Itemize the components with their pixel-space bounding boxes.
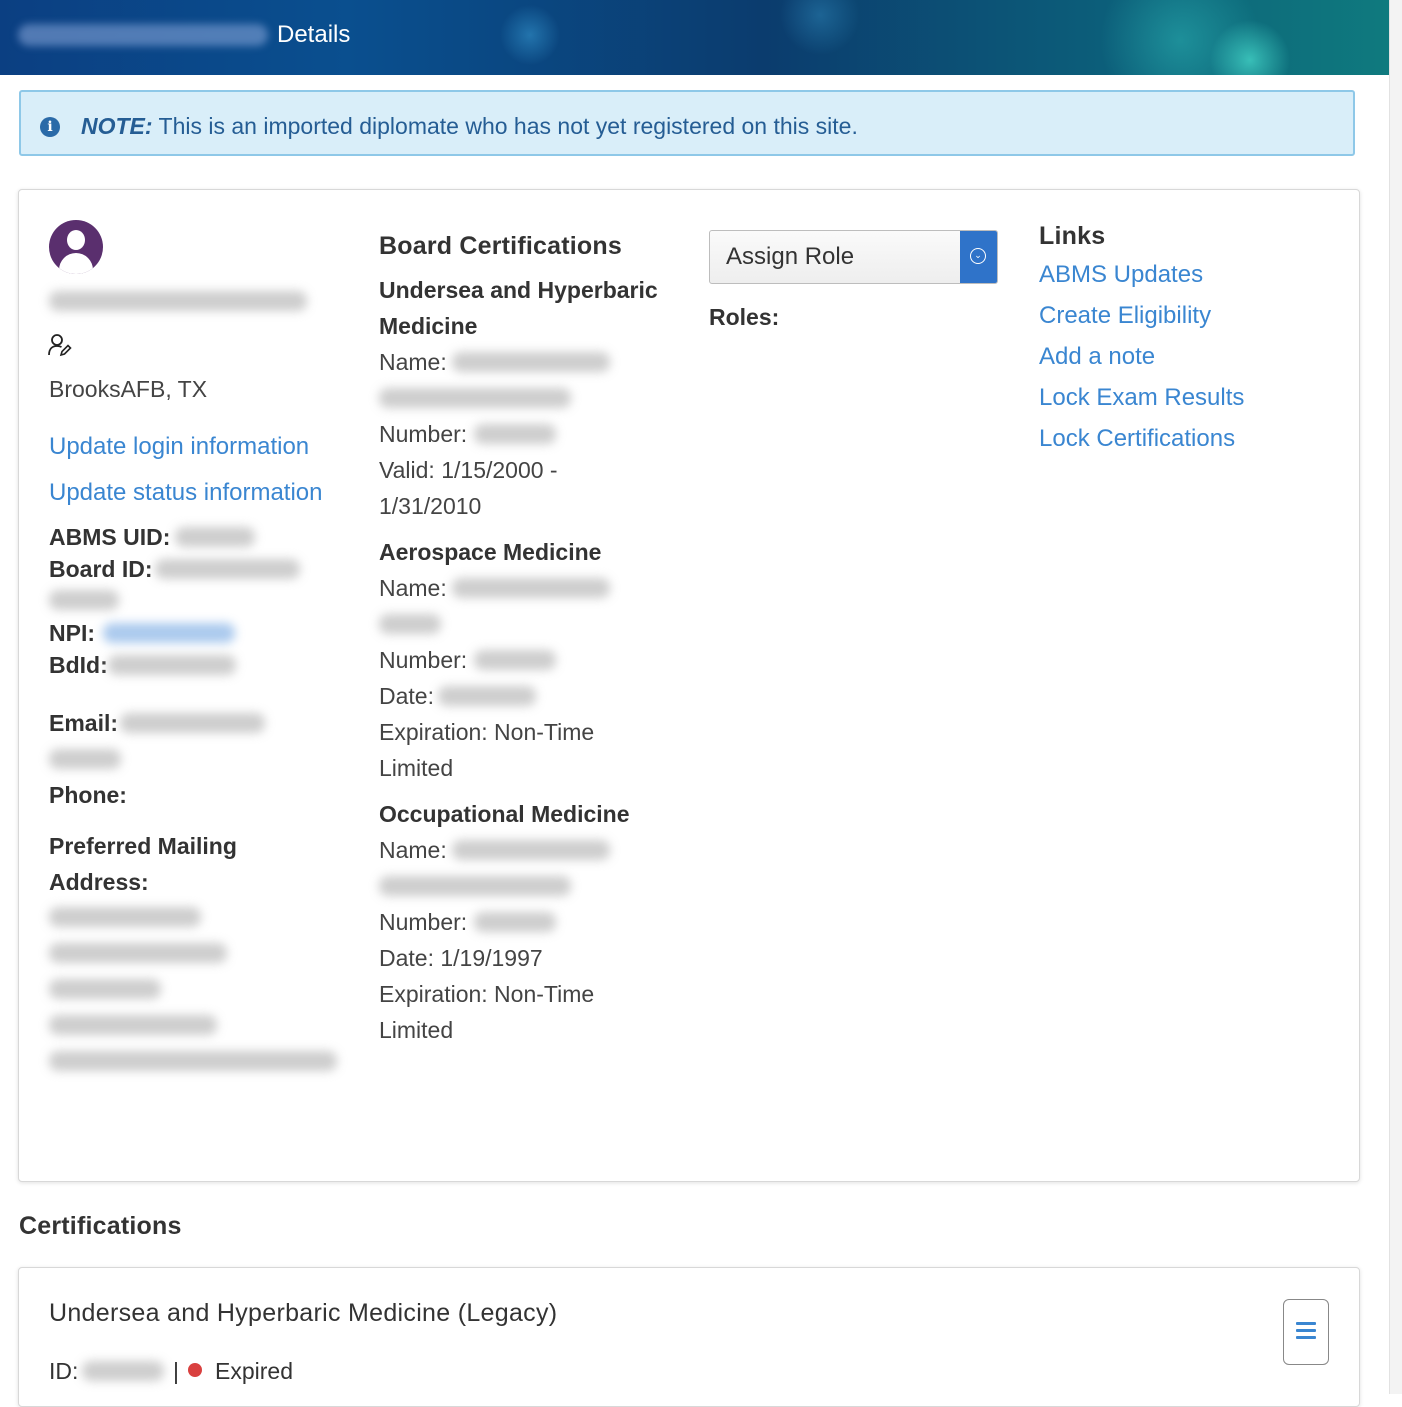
mailing-address-label-line1: Preferred Mailing — [49, 833, 237, 859]
separator: | — [173, 1358, 179, 1384]
diplomate-location: BrooksAFB, TX — [49, 376, 208, 402]
select-toggle[interactable]: ⌄ — [960, 231, 997, 283]
imported-diplomate-note: i NOTE: This is an imported diplomate wh… — [19, 90, 1355, 156]
lock-exam-results-link[interactable]: Lock Exam Results — [1039, 384, 1244, 412]
npi-link-redacted[interactable] — [103, 623, 235, 643]
abms-updates-link[interactable]: ABMS Updates — [1039, 261, 1203, 289]
board-cert-valid: Valid: 1/15/2000 - — [379, 457, 558, 483]
board-id-value-redacted-2 — [49, 590, 119, 610]
certification-title: Undersea and Hyperbaric Medicine (Legacy… — [49, 1299, 558, 1327]
hamburger-icon — [1296, 1322, 1316, 1343]
edit-user-icon[interactable] — [47, 333, 73, 364]
board-cert-date-redacted — [438, 686, 536, 706]
page-title: Details — [277, 21, 351, 48]
board-cert-name-label: Name: — [379, 837, 447, 863]
board-cert-title: Occupational Medicine — [379, 801, 630, 827]
board-cert-name-label: Name: — [379, 349, 447, 375]
info-icon: i — [40, 117, 60, 137]
email-value-redacted-2 — [49, 749, 121, 769]
note-label: NOTE: — [81, 113, 153, 139]
address-line-redacted — [49, 943, 227, 963]
add-note-link[interactable]: Add a note — [1039, 343, 1155, 371]
page-header: Details — [0, 0, 1389, 75]
board-id-value-redacted — [155, 559, 300, 579]
page-scrollbar[interactable] — [1389, 0, 1402, 1394]
note-message: This is an imported diplomate who has no… — [152, 113, 858, 139]
board-cert-title: Aerospace Medicine — [379, 539, 602, 565]
board-cert-number-label: Number: — [379, 647, 468, 673]
abms-uid-label: ABMS UID: — [49, 524, 171, 550]
email-value-redacted — [120, 713, 265, 733]
certification-status: Expired — [215, 1358, 293, 1384]
bdid-label: BdId: — [49, 652, 108, 678]
mailing-address-label-line2: Address: — [49, 869, 149, 895]
address-line-redacted — [49, 1015, 217, 1035]
board-cert-name-redacted — [452, 352, 610, 372]
board-cert-name-redacted — [452, 840, 610, 860]
address-line-redacted — [49, 979, 161, 999]
address-line-redacted — [49, 1051, 337, 1071]
board-cert-name-redacted-2 — [379, 388, 571, 408]
board-certifications-heading: Board Certifications — [379, 232, 622, 260]
board-cert-title-cont: Medicine — [379, 313, 478, 339]
board-id-label: Board ID: — [49, 556, 153, 582]
board-cert-expiration: Expiration: Non-Time — [379, 981, 595, 1007]
board-cert-expiration: Expiration: Non-Time — [379, 719, 595, 745]
phone-label: Phone: — [49, 782, 127, 808]
update-login-link[interactable]: Update login information — [49, 433, 309, 461]
board-cert-expiration-cont: Limited — [379, 1017, 454, 1043]
bdid-value-redacted — [108, 655, 236, 675]
email-label: Email: — [49, 710, 119, 736]
board-cert-expiration-cont: Limited — [379, 755, 454, 781]
certification-id-label: ID: — [49, 1358, 79, 1384]
board-cert-title: Undersea and Hyperbaric — [379, 277, 658, 303]
board-cert-name-label: Name: — [379, 575, 447, 601]
status-dot-icon — [188, 1363, 202, 1377]
certification-id-redacted — [82, 1361, 164, 1381]
header-user-email-redacted — [18, 24, 268, 46]
npi-label: NPI: — [49, 620, 95, 646]
roles-label: Roles: — [709, 304, 780, 330]
board-cert-name-redacted-2 — [379, 876, 571, 896]
board-cert-name-redacted — [452, 578, 610, 598]
assign-role-selected-value: Assign Role — [726, 243, 855, 270]
board-cert-number-redacted — [474, 912, 556, 932]
update-status-link[interactable]: Update status information — [49, 479, 322, 507]
create-eligibility-link[interactable]: Create Eligibility — [1039, 302, 1211, 330]
certifications-heading: Certifications — [19, 1212, 182, 1240]
board-cert-name-redacted-2 — [379, 614, 441, 634]
board-cert-date: Date: 1/19/1997 — [379, 945, 543, 971]
certification-menu-button[interactable] — [1283, 1299, 1329, 1365]
abms-uid-value-redacted — [175, 527, 255, 547]
board-cert-number-label: Number: — [379, 421, 468, 447]
diplomate-details-card — [18, 189, 1360, 1182]
board-cert-number-redacted — [474, 650, 556, 670]
board-cert-number-redacted — [474, 424, 556, 444]
board-cert-number-label: Number: — [379, 909, 468, 935]
diplomate-name-redacted — [49, 291, 307, 311]
board-cert-valid-cont: 1/31/2010 — [379, 493, 482, 519]
avatar — [49, 220, 103, 274]
lock-certifications-link[interactable]: Lock Certifications — [1039, 425, 1235, 453]
note-text: NOTE: This is an imported diplomate who … — [81, 113, 858, 140]
certification-card — [18, 1267, 1360, 1407]
chevron-down-icon: ⌄ — [970, 248, 986, 264]
address-line-redacted — [49, 907, 201, 927]
board-cert-date-label: Date: — [379, 683, 434, 709]
assign-role-select[interactable]: Assign Role ⌄ — [709, 230, 998, 284]
links-heading: Links — [1039, 222, 1106, 250]
